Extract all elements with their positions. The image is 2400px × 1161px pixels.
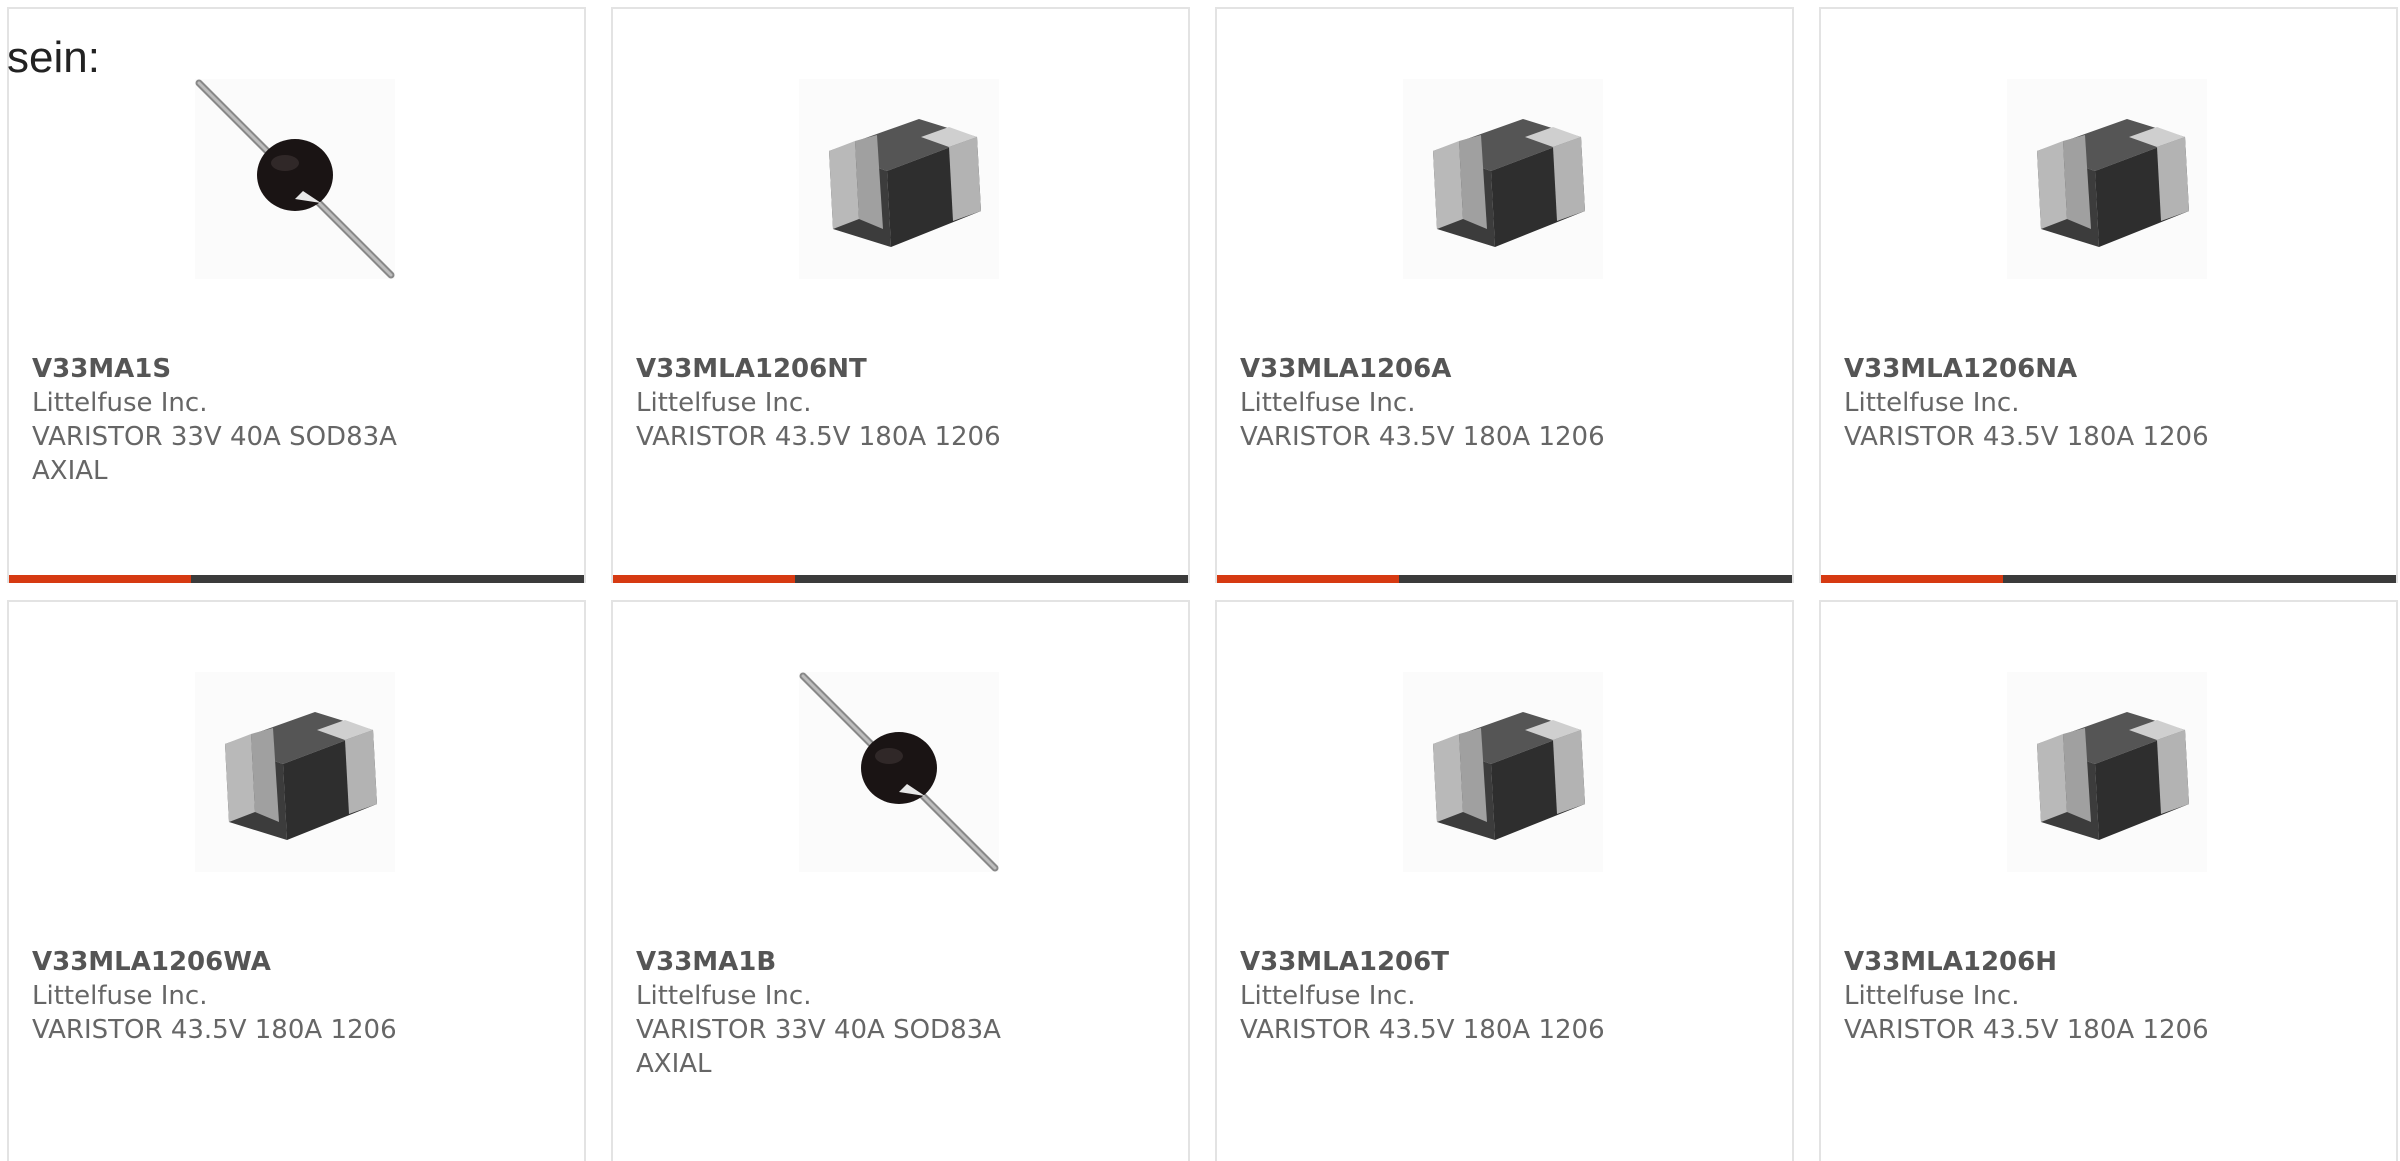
product-card[interactable]: V33MLA1206NT Littelfuse Inc. VARISTOR 43… — [611, 7, 1190, 583]
product-card[interactable]: V33MLA1206A Littelfuse Inc. VARISTOR 43.… — [1215, 7, 1794, 583]
smd-chip-icon — [1403, 672, 1603, 872]
description: VARISTOR 43.5V 180A 1206 — [1844, 422, 2209, 452]
manufacturer: Littelfuse Inc. — [636, 981, 812, 1011]
part-number[interactable]: V33MLA1206A — [1240, 352, 1640, 386]
part-number[interactable]: V33MLA1206H — [1844, 945, 2244, 979]
part-number[interactable]: V33MLA1206NA — [1844, 352, 2244, 386]
manufacturer: Littelfuse Inc. — [1844, 981, 2020, 1011]
card-bar — [9, 575, 584, 583]
part-number[interactable]: V33MLA1206WA — [32, 945, 432, 979]
smd-chip-icon — [799, 79, 999, 279]
manufacturer: Littelfuse Inc. — [1240, 981, 1416, 1011]
manufacturer: Littelfuse Inc. — [32, 981, 208, 1011]
intro-text: sein: — [7, 33, 100, 82]
card-bar — [1217, 575, 1792, 583]
card-bar-accent — [1217, 575, 1399, 583]
card-bar-accent — [9, 575, 191, 583]
part-number[interactable]: V33MA1S — [32, 352, 432, 386]
manufacturer: Littelfuse Inc. — [32, 388, 208, 418]
part-number[interactable]: V33MLA1206NT — [636, 352, 1036, 386]
part-number[interactable]: V33MA1B — [636, 945, 1036, 979]
description: VARISTOR 43.5V 180A 1206 — [1240, 422, 1605, 452]
axial-varistor-icon — [799, 672, 999, 872]
product-card[interactable]: V33MLA1206H Littelfuse Inc. VARISTOR 43.… — [1819, 600, 2398, 1161]
card-bar — [613, 575, 1188, 583]
product-card[interactable]: V33MLA1206NA Littelfuse Inc. VARISTOR 43… — [1819, 7, 2398, 583]
description: VARISTOR 33V 40A SOD83A AXIAL — [32, 422, 397, 486]
manufacturer: Littelfuse Inc. — [636, 388, 812, 418]
smd-chip-icon — [2007, 79, 2207, 279]
axial-varistor-icon — [195, 79, 395, 279]
smd-chip-icon — [2007, 672, 2207, 872]
card-bar-accent — [1821, 575, 2003, 583]
manufacturer: Littelfuse Inc. — [1240, 388, 1416, 418]
product-card[interactable]: V33MA1B Littelfuse Inc. VARISTOR 33V 40A… — [611, 600, 1190, 1161]
description: VARISTOR 33V 40A SOD83A AXIAL — [636, 1015, 1001, 1079]
page: sein: V33MA1S Littelfuse Inc. VARISTOR 3… — [0, 0, 2400, 1161]
card-bar-accent — [613, 575, 795, 583]
part-number[interactable]: V33MLA1206T — [1240, 945, 1640, 979]
description: VARISTOR 43.5V 180A 1206 — [1844, 1015, 2209, 1045]
manufacturer: Littelfuse Inc. — [1844, 388, 2020, 418]
description: VARISTOR 43.5V 180A 1206 — [32, 1015, 397, 1045]
smd-chip-icon — [195, 672, 395, 872]
product-grid: V33MA1S Littelfuse Inc. VARISTOR 33V 40A… — [7, 7, 2398, 1161]
product-card[interactable]: V33MA1S Littelfuse Inc. VARISTOR 33V 40A… — [7, 7, 586, 583]
card-bar — [1821, 575, 2396, 583]
product-card[interactable]: V33MLA1206WA Littelfuse Inc. VARISTOR 43… — [7, 600, 586, 1161]
description: VARISTOR 43.5V 180A 1206 — [636, 422, 1001, 452]
smd-chip-icon — [1403, 79, 1603, 279]
description: VARISTOR 43.5V 180A 1206 — [1240, 1015, 1605, 1045]
product-card[interactable]: V33MLA1206T Littelfuse Inc. VARISTOR 43.… — [1215, 600, 1794, 1161]
